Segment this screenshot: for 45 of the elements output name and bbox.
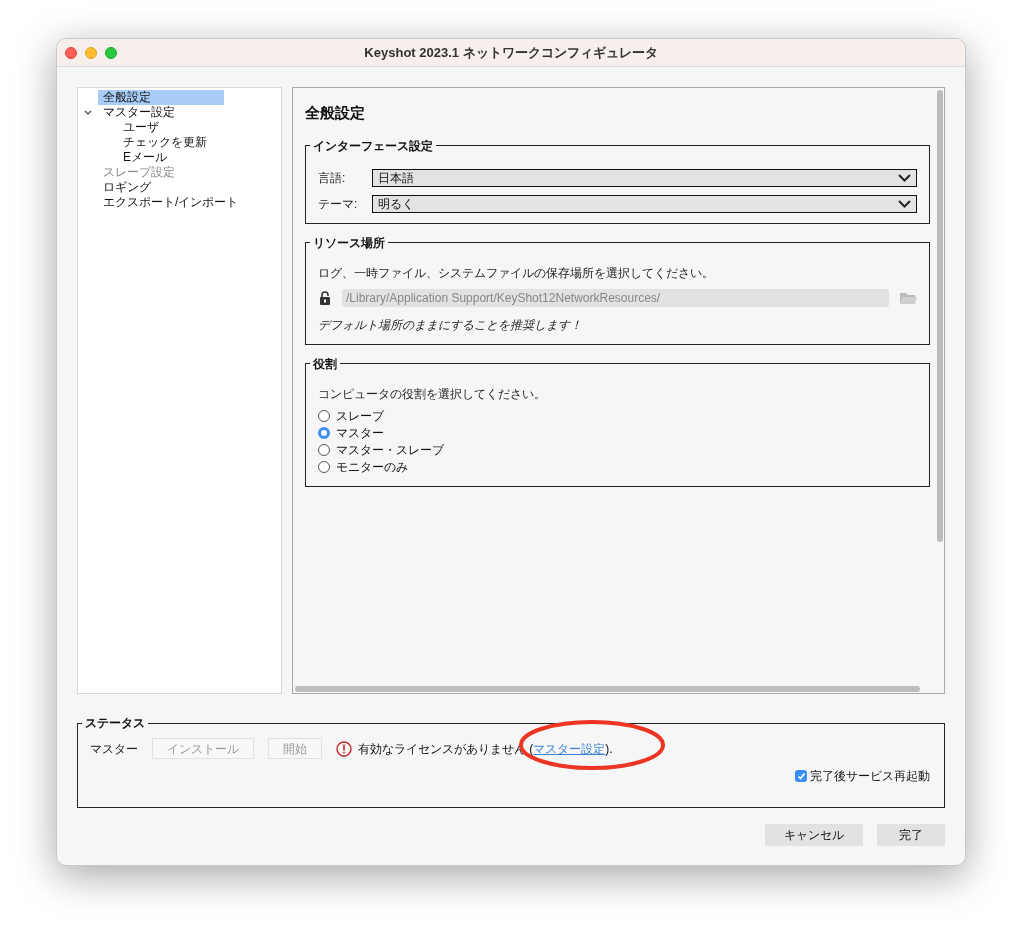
vertical-scrollbar[interactable]: [937, 90, 943, 542]
group-title: ステータス: [84, 715, 146, 732]
resources-description: ログ、一時ファイル、システムファイルの保存場所を選択してください。: [318, 264, 715, 282]
dropdown[interactable]: 明るく: [372, 194, 917, 213]
sidebar-item[interactable]: 全般設定: [98, 90, 224, 105]
radio-label: スレーブ: [336, 408, 384, 425]
unlocked-padlock-icon[interactable]: [318, 290, 332, 305]
chevron-icon[interactable]: [84, 109, 92, 116]
dialog-button[interactable]: 完了: [877, 824, 945, 846]
checkbox-label: 完了後サービス再起動: [810, 768, 930, 785]
sidebar-item[interactable]: ユーザ: [118, 120, 164, 135]
radio-button[interactable]: [318, 410, 330, 422]
group-title: リソース場所: [312, 234, 386, 252]
status-label: マスター: [90, 740, 138, 758]
minimize-button[interactable]: [85, 46, 97, 59]
master-settings-link[interactable]: マスター設定: [533, 741, 606, 756]
recommendation-note: デフォルト場所のままにすることを推奨します！: [318, 316, 583, 334]
chevron-down-icon: [898, 199, 911, 208]
sidebar-item[interactable]: ロギング: [98, 180, 156, 195]
folder-icon[interactable]: [899, 290, 917, 305]
sidebar-item[interactable]: マスター設定: [98, 105, 180, 120]
group-title: 役割: [312, 355, 338, 373]
sidebar-item[interactable]: エクスポート/インポート: [98, 195, 244, 210]
radio-button[interactable]: [318, 427, 330, 439]
horizontal-scrollbar[interactable]: [295, 686, 920, 692]
panel-title: 全般設定: [305, 103, 366, 123]
dropdown[interactable]: 日本語: [372, 168, 917, 187]
close-button[interactable]: [65, 46, 77, 59]
checkbox[interactable]: [795, 770, 807, 782]
zoom-button[interactable]: [105, 46, 117, 59]
dialog-button[interactable]: キャンセル: [765, 824, 863, 846]
warning-icon: [336, 740, 352, 757]
sidebar-item[interactable]: Eメール: [118, 150, 172, 165]
radio-button[interactable]: [318, 461, 330, 473]
window-title: Keyshot 2023.1 ネットワークコンフィギュレータ: [364, 43, 658, 62]
group-title: インターフェース設定: [312, 137, 434, 155]
sidebar-item[interactable]: チェックを更新: [118, 135, 212, 150]
field-label: 言語:: [318, 169, 347, 187]
radio-label: モニターのみ: [336, 459, 408, 476]
field-label: テーマ:: [318, 195, 359, 213]
chevron-down-icon: [898, 173, 911, 182]
radio-label: マスター: [336, 425, 384, 442]
role-description: コンピュータの役割を選択してください。: [318, 385, 547, 403]
radio-label: マスター・スレーブ: [336, 442, 444, 459]
radio-button[interactable]: [318, 444, 330, 456]
